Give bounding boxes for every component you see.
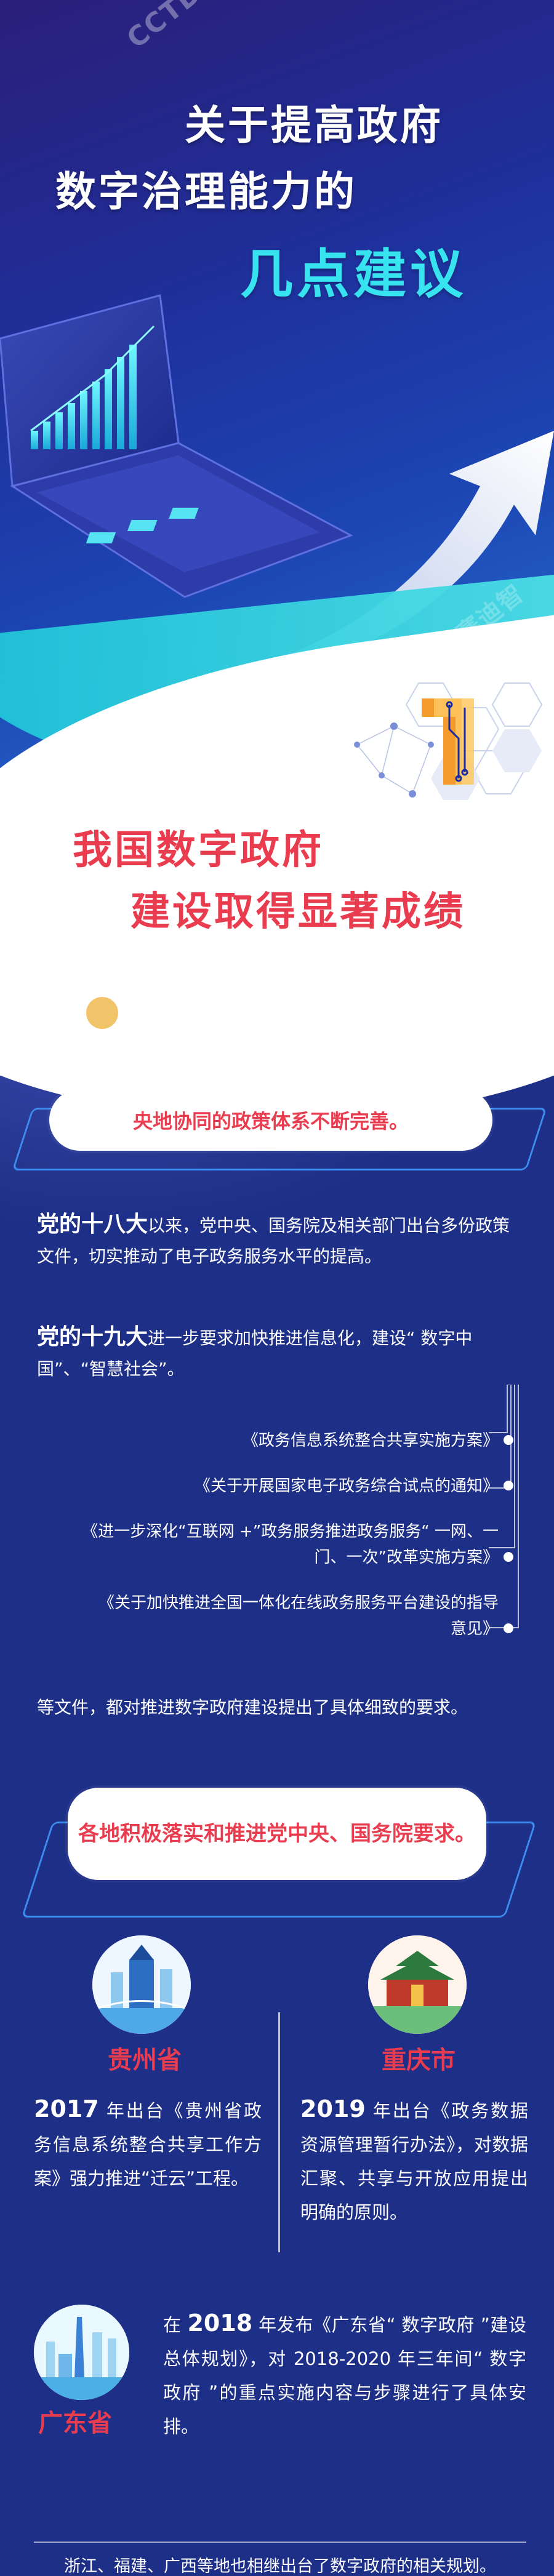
guangdong-year: 2018 — [187, 2310, 253, 2337]
guizhou-label: 贵州省 — [108, 2046, 182, 2074]
guizhou-year: 2017 — [34, 2095, 99, 2122]
guangdong-text: 在 2018 年发布《广东省“ 数字政府 ”建设总体规划》，对 2018-202… — [163, 2306, 526, 2444]
bullet-dot-icon — [504, 1481, 513, 1490]
guangdong-landmark-icon — [34, 2305, 129, 2400]
title-line-1: 关于提高政府 — [185, 102, 443, 149]
para-bold-18th: 党的十八大 — [37, 1212, 148, 1237]
infographic-page: CCTD 赛迪智库 关于提高政府 数字治理能力的 几点建议 — [0, 0, 554, 2576]
guangdong-pre: 在 — [163, 2314, 188, 2335]
column-divider — [278, 2012, 280, 2252]
chongqing-landmark-icon — [368, 1935, 467, 2034]
paragraph-19th-congress: 党的十九大进一步要求加快推进信息化，建设“ 数字中国”、“智慧社会”。 — [37, 1322, 523, 1385]
section-title-line-2: 建设取得显著成绩 — [130, 889, 465, 935]
guizhou-landmark-icon — [92, 1935, 191, 2034]
bullet-dot-icon — [504, 1623, 513, 1633]
paragraph-18th-congress: 党的十八大以来，党中央、国务院及相关部门出台多份政策文件，切实推动了电子政务服务… — [37, 1209, 523, 1272]
policy-heading-pill: 央地协同的政策体系不断完善。 — [49, 1089, 492, 1151]
watermark-logo: CCTD 赛迪智库 — [117, 0, 307, 55]
section-number-icon — [422, 698, 474, 785]
para-bold-19th: 党的十九大 — [37, 1324, 148, 1350]
bottom-divider — [34, 2542, 526, 2543]
document-title: 《政务信息系统整合共享实施方案》 — [242, 1431, 499, 1450]
document-item: 《进一步深化“互联网 +”政务服务推进政务服务“ 一网、一门、一次”改革实施方案… — [25, 1519, 517, 1570]
bullet-dot-icon — [504, 1552, 513, 1562]
document-item: 《关于加快推进全国一体化在线政务服务平台建设的指导意见》 — [25, 1590, 517, 1642]
document-title: 《关于开展国家电子政务综合试点的通知》 — [194, 1477, 499, 1495]
chongqing-text: 2019 年出台《政务数据资源管理暂行办法》，对数据汇聚、共享与开放应用提出明确… — [300, 2092, 528, 2230]
document-title: 《进一步深化“互联网 +”政务服务推进政务服务“ 一网、一门、一次”改革实施方案… — [82, 1522, 499, 1567]
chongqing-year: 2019 — [300, 2095, 366, 2122]
paragraph-documents-summary: 等文件，都对推进数字政府建设提出了具体细致的要求。 — [37, 1697, 468, 1718]
policy-document-list: 《政务信息系统整合共享实施方案》 《关于开展国家电子政务综合试点的通知》 《进一… — [25, 1428, 517, 1662]
gold-dot-decoration — [86, 997, 118, 1029]
section-title-line-1: 我国数字政府 — [73, 828, 324, 873]
local-heading-pill: 各地积极落实和推进党中央、国务院要求。 — [68, 1788, 486, 1880]
bottom-note: 浙江、福建、广西等地也相继出台了数字政府的相关规划。 — [64, 2557, 496, 2576]
bullet-dot-icon — [504, 1435, 513, 1445]
title-line-2: 数字治理能力的 — [55, 168, 357, 215]
chongqing-label: 重庆市 — [382, 2046, 456, 2074]
document-item: 《关于开展国家电子政务综合试点的通知》 — [25, 1473, 517, 1499]
guangdong-label: 广东省 — [38, 2409, 112, 2438]
document-item: 《政务信息系统整合共享实施方案》 — [25, 1428, 517, 1454]
document-title: 《关于加快推进全国一体化在线政务服务平台建设的指导意见》 — [98, 1594, 499, 1638]
guizhou-text: 2017 年出台《贵州省政务信息系统整合共享工作方案》强力推进“迁云”工程。 — [34, 2092, 262, 2196]
